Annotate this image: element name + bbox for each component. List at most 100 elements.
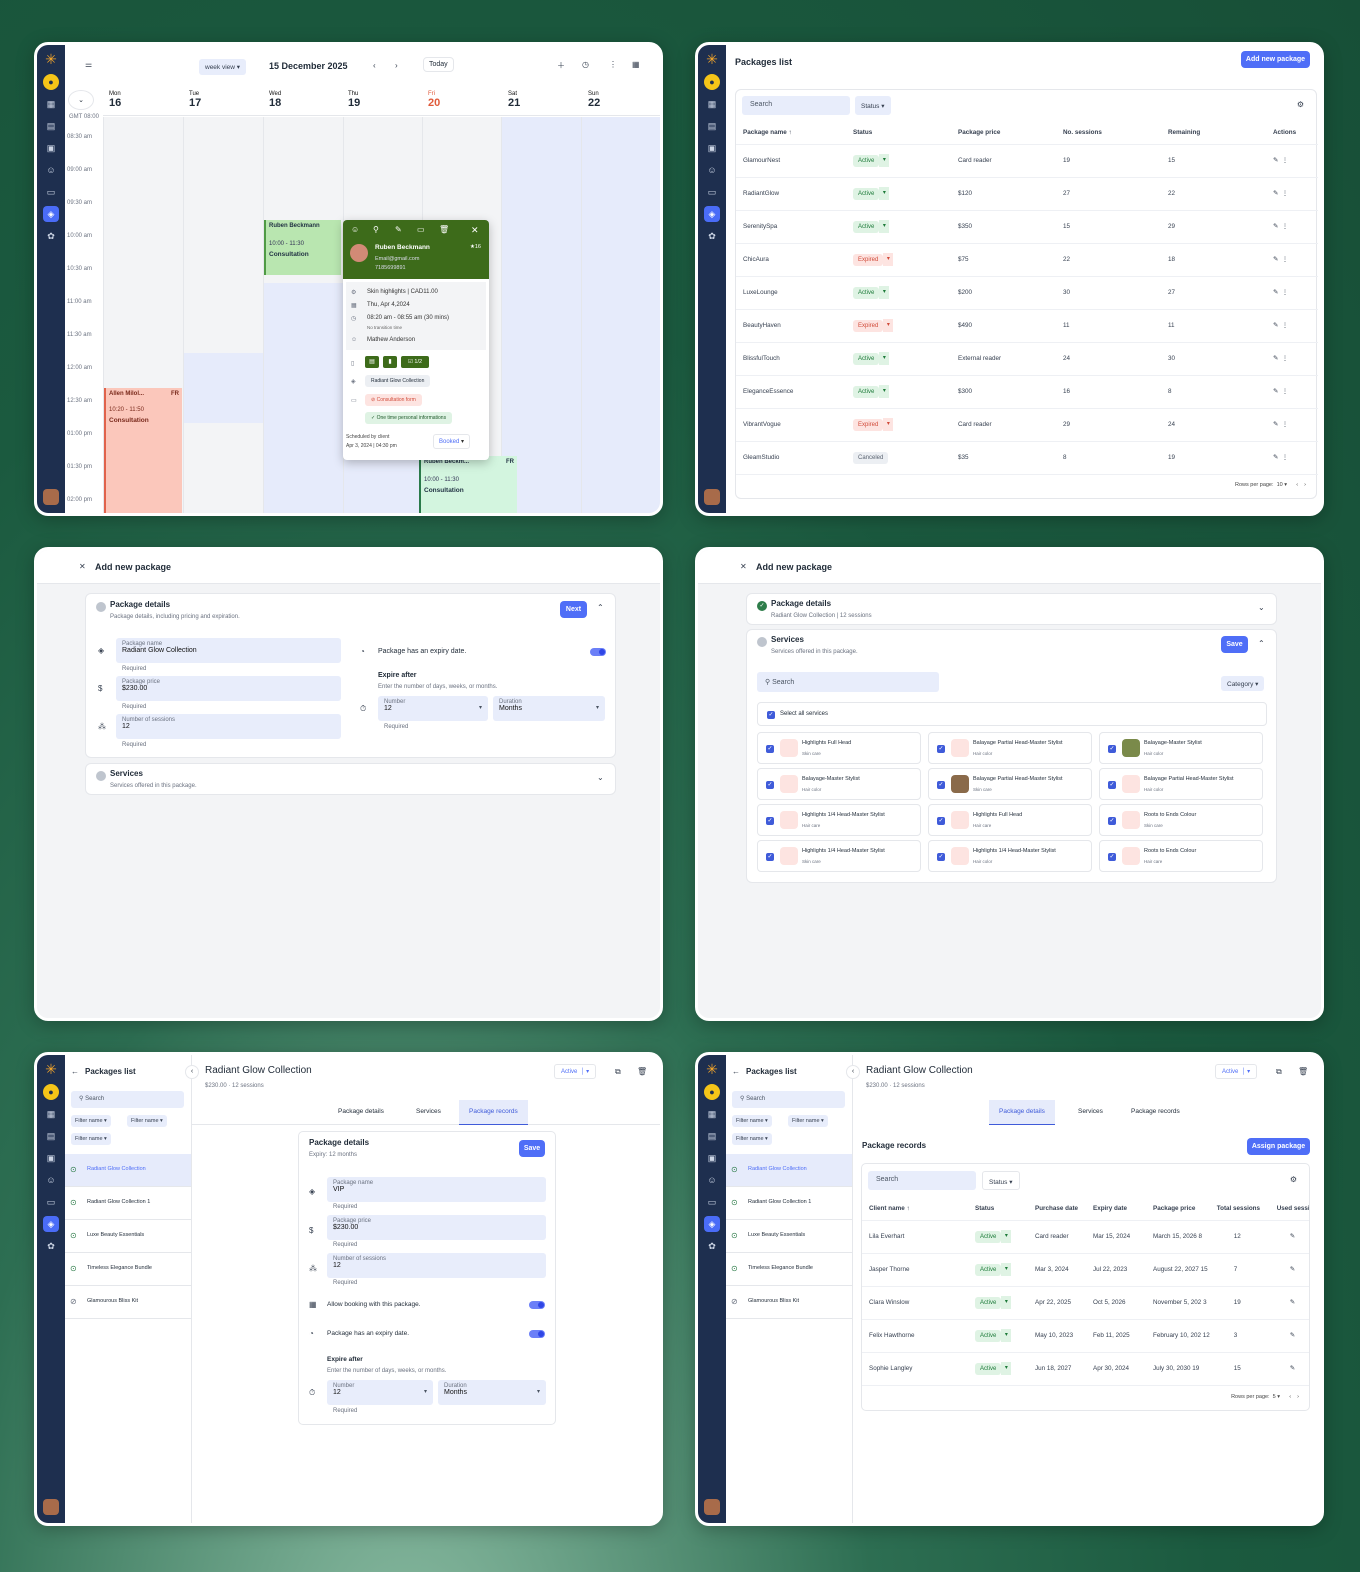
edit-icon[interactable]: ✎: [1273, 256, 1278, 263]
filter-3[interactable]: Filter name ▾: [71, 1133, 111, 1145]
status-badge[interactable]: Active: [853, 155, 880, 168]
trash-icon[interactable]: 🗑: [637, 1067, 647, 1076]
table-row[interactable]: GleamStudio Canceled $35 8 19 ✎ ⋮: [736, 441, 1318, 475]
payment-icon[interactable]: ▭: [417, 225, 425, 234]
status-filter[interactable]: Status ▾: [982, 1171, 1020, 1190]
edit-icon[interactable]: ✎: [1273, 157, 1278, 164]
home-icon[interactable]: ●: [43, 74, 59, 90]
service-item[interactable]: ✓ Roots to Ends Colour Hair care: [1099, 840, 1263, 872]
day-fri[interactable]: Fri 20: [428, 91, 440, 109]
table-row[interactable]: Jasper Thorne Active ▾ Mar 3, 2024 Jul 22, 2…: [862, 1253, 1309, 1287]
clock-icon[interactable]: ◷: [582, 60, 589, 69]
avatar[interactable]: [43, 1499, 59, 1515]
edit-icon[interactable]: ✎: [1269, 1352, 1309, 1386]
package-icon[interactable]: ◈: [704, 206, 720, 222]
day-mon[interactable]: Mon 16: [109, 91, 121, 109]
package-price-field[interactable]: Package price $230.00: [116, 676, 341, 701]
chevron-down-icon[interactable]: ▾: [1001, 1262, 1012, 1276]
info-chip[interactable]: ✓ One time personal informations: [365, 412, 453, 424]
contact-icon[interactable]: ▣: [704, 140, 720, 156]
number-select[interactable]: Number 12 ▾: [378, 696, 488, 721]
chevron-down-icon[interactable]: ⌄: [597, 773, 604, 782]
status-badge[interactable]: Expired: [853, 419, 884, 432]
settings-icon[interactable]: ✿: [43, 228, 59, 244]
status-badge[interactable]: Active: [853, 188, 880, 201]
edit-icon[interactable]: ✎: [1269, 1286, 1309, 1320]
today-button[interactable]: Today: [423, 57, 454, 72]
chevron-down-icon[interactable]: ▾: [879, 219, 890, 233]
list-item[interactable]: ⊙ Timeless Elegance Bundle: [726, 1253, 852, 1286]
table-row[interactable]: GlamourNest Active ▾ Card reader 19 15 ✎ ⋮: [736, 144, 1318, 178]
table-row[interactable]: VibrantVogue Expired ▾ Card reader 29 24 ✎ ⋮: [736, 408, 1318, 442]
more-icon[interactable]: ⋮: [1282, 157, 1288, 164]
back-icon[interactable]: ←: [71, 1067, 79, 1076]
status-badge[interactable]: Active: [853, 386, 880, 399]
service-item[interactable]: ✓ Highlights 1/4 Head-Master Stylist Skin …: [757, 840, 921, 872]
edit-icon[interactable]: ✎: [1269, 1220, 1309, 1254]
chevron-down-icon[interactable]: ▾: [879, 186, 890, 200]
card-icon[interactable]: ▭: [704, 184, 720, 200]
avatar[interactable]: [704, 489, 720, 505]
form-chip[interactable]: ⊘ Consultation form: [365, 394, 422, 406]
more-icon[interactable]: ⋮: [1282, 223, 1288, 230]
edit-icon[interactable]: ✎: [1273, 421, 1278, 428]
more-icon[interactable]: ⋮: [1282, 289, 1288, 296]
table-row[interactable]: Sophie Langley Active ▾ Jun 18, 2027 Apr 30,…: [862, 1352, 1309, 1386]
number-select[interactable]: Number 12 ▾: [327, 1380, 433, 1405]
list-item[interactable]: ⊙ Luxe Beauty Essentials: [726, 1220, 852, 1253]
avatar[interactable]: [43, 489, 59, 505]
status-badge[interactable]: Active: [975, 1264, 1002, 1277]
calendar-icon[interactable]: ▦: [704, 96, 720, 112]
service-item[interactable]: ✓ Highlights 1/4 Head-Master Stylist Hair …: [928, 840, 1092, 872]
home-icon[interactable]: ●: [704, 1084, 720, 1100]
expiry-toggle[interactable]: [590, 648, 606, 656]
close-icon[interactable]: ✕: [79, 562, 86, 571]
status-badge[interactable]: Active: [853, 287, 880, 300]
edit-icon[interactable]: ✎: [1273, 454, 1278, 461]
collapse-icon[interactable]: ‹: [185, 1065, 199, 1079]
service-item[interactable]: ✓ Highlights 1/4 Head-Master Stylist Hair …: [757, 804, 921, 836]
avatar[interactable]: [704, 1499, 720, 1515]
add-client-icon[interactable]: ☺: [351, 225, 359, 234]
col-package-name[interactable]: Package name ↑: [736, 122, 846, 145]
collapse-icon[interactable]: ⌄: [68, 90, 94, 110]
save-button[interactable]: Save: [519, 1140, 545, 1157]
users-icon[interactable]: ☺: [704, 162, 720, 178]
card-icon[interactable]: ▭: [43, 184, 59, 200]
users-icon[interactable]: ☺: [704, 1172, 720, 1188]
collapse-icon[interactable]: ‹: [846, 1065, 860, 1079]
tag-check[interactable]: ☑ 1/2: [401, 356, 429, 368]
trash-icon[interactable]: 🗑: [1298, 1067, 1308, 1076]
chevron-up-icon[interactable]: ⌃: [1258, 639, 1265, 648]
filter-1[interactable]: Filter name ▾: [732, 1115, 772, 1127]
chevron-down-icon[interactable]: ▾: [879, 153, 890, 167]
search-input[interactable]: ⚲ Search: [71, 1091, 184, 1108]
package-icon[interactable]: ◈: [704, 1216, 720, 1232]
list-item[interactable]: ⊘ Glamourous Bliss Kit: [726, 1286, 852, 1319]
settings-icon[interactable]: ✿: [43, 1238, 59, 1254]
prev-icon[interactable]: ‹: [1296, 482, 1298, 488]
status-badge[interactable]: Active: [853, 353, 880, 366]
home-icon[interactable]: ●: [704, 74, 720, 90]
more-icon[interactable]: ⋮: [609, 60, 617, 69]
table-row[interactable]: ChicAura Expired ▾ $75 22 18 ✎ ⋮: [736, 243, 1318, 277]
status-badge[interactable]: Active: [975, 1297, 1002, 1310]
duration-select[interactable]: Duration Months ▾: [493, 696, 605, 721]
walk-icon[interactable]: ⚲: [373, 225, 379, 234]
rows-select[interactable]: 10: [1277, 482, 1283, 488]
edit-icon[interactable]: ✎: [1273, 388, 1278, 395]
list-item[interactable]: ⊙ Luxe Beauty Essentials: [65, 1220, 191, 1253]
next-icon[interactable]: ›: [1304, 482, 1306, 488]
more-icon[interactable]: ⋮: [1282, 388, 1288, 395]
board-icon[interactable]: ▤: [43, 118, 59, 134]
sessions-field[interactable]: Number of sessions 12: [327, 1253, 546, 1278]
package-name-field[interactable]: Package name VIP: [327, 1177, 546, 1202]
settings-icon[interactable]: ✿: [704, 1238, 720, 1254]
details-card[interactable]: ✓ Package details Radiant Glow Collectio…: [746, 593, 1277, 625]
services-card[interactable]: Services Services offered in this packag…: [85, 763, 616, 795]
tab-package-records[interactable]: Package records: [459, 1100, 528, 1125]
prev-icon[interactable]: ‹: [373, 61, 376, 70]
status-badge[interactable]: Canceled: [853, 451, 889, 464]
day-sun[interactable]: Sun 22: [588, 91, 600, 109]
more-icon[interactable]: ⋮: [1282, 421, 1288, 428]
